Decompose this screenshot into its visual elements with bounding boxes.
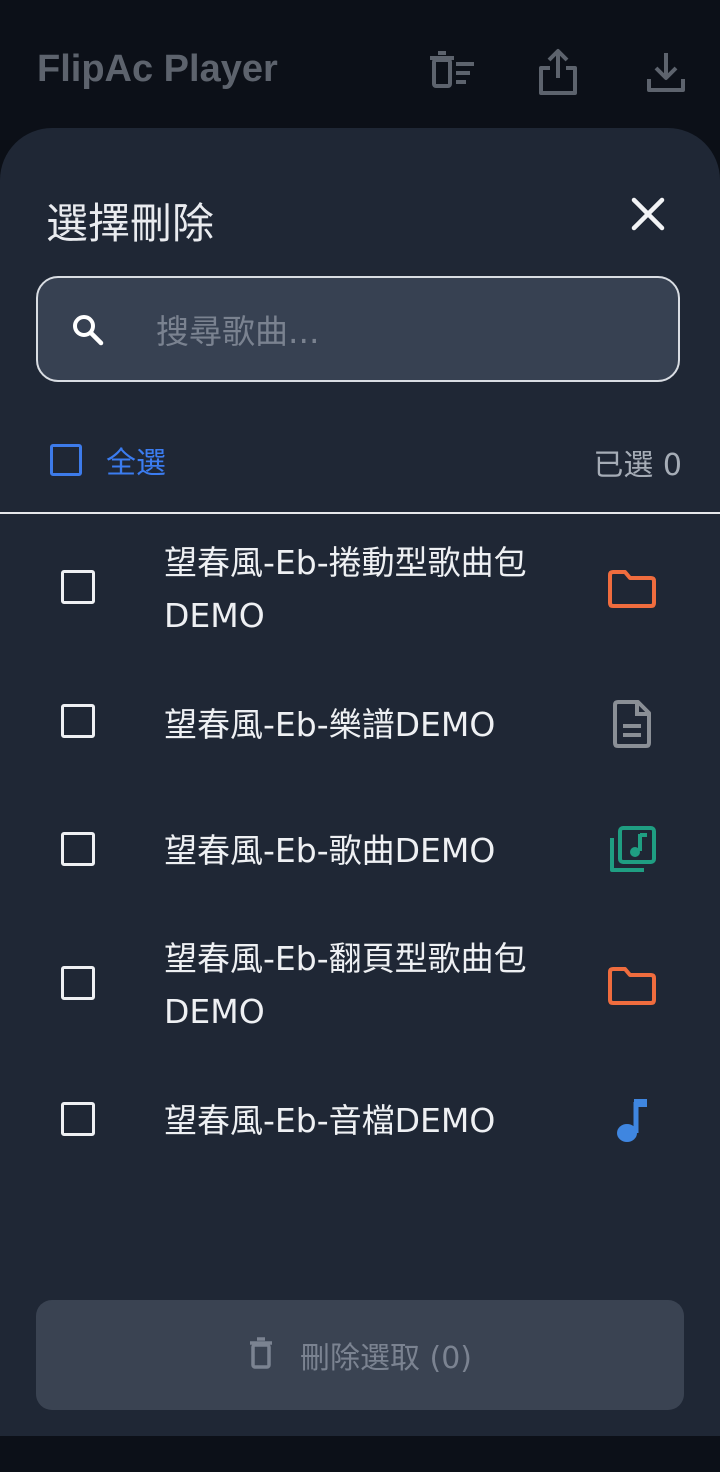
app-title: FlipAc Player	[37, 48, 278, 90]
close-button[interactable]	[616, 182, 680, 246]
selected-count: 已選 0	[593, 448, 682, 483]
item-label: 望春風-Eb-捲動型歌曲包DEMO	[164, 543, 527, 635]
delete-selection-sheet: 選擇刪除 全選 已選 0 望春風-Eb-捲動型歌曲包DEMO	[0, 128, 720, 1436]
list-item[interactable]: 望春風-Eb-歌曲DEMO	[0, 788, 720, 914]
list-item[interactable]: 望春風-Eb-翻頁型歌曲包DEMO	[0, 918, 720, 1054]
delete-sweep-icon[interactable]	[422, 44, 478, 100]
search-icon	[72, 314, 104, 350]
item-checkbox[interactable]	[61, 704, 95, 738]
sheet-title: 選擇刪除	[46, 199, 215, 248]
item-checkbox[interactable]	[61, 1102, 95, 1136]
item-checkbox[interactable]	[61, 832, 95, 866]
item-label: 望春風-Eb-音檔DEMO	[164, 1101, 496, 1140]
close-icon	[631, 197, 665, 231]
list-item[interactable]: 望春風-Eb-捲動型歌曲包DEMO	[0, 522, 720, 652]
delete-selected-label: 刪除選取 (0)	[299, 1341, 473, 1376]
select-all-checkbox[interactable]	[50, 444, 82, 476]
folder-icon	[604, 958, 660, 1014]
music-library-icon	[604, 822, 660, 878]
select-all-toggle[interactable]: 全選	[50, 438, 166, 482]
divider	[0, 512, 720, 514]
download-icon[interactable]	[638, 44, 694, 100]
delete-selected-button[interactable]: 刪除選取 (0)	[36, 1300, 684, 1410]
navigation-bar-area	[0, 1436, 720, 1472]
item-label: 望春風-Eb-樂譜DEMO	[164, 705, 496, 744]
item-checkbox[interactable]	[61, 966, 95, 1000]
item-label: 望春風-Eb-翻頁型歌曲包DEMO	[164, 939, 527, 1031]
share-icon[interactable]	[530, 44, 586, 100]
trash-icon	[248, 1337, 274, 1373]
app-bar: FlipAc Player	[0, 0, 720, 140]
search-input[interactable]	[154, 304, 658, 358]
list-item[interactable]: 望春風-Eb-樂譜DEMO	[0, 662, 720, 788]
document-icon	[604, 696, 660, 752]
music-note-icon	[604, 1092, 660, 1148]
item-checkbox[interactable]	[61, 570, 95, 604]
item-label: 望春風-Eb-歌曲DEMO	[164, 831, 496, 870]
search-field[interactable]	[36, 276, 680, 382]
folder-icon	[604, 561, 660, 617]
list-item[interactable]: 望春風-Eb-音檔DEMO	[0, 1058, 720, 1184]
select-all-label: 全選	[106, 446, 166, 481]
